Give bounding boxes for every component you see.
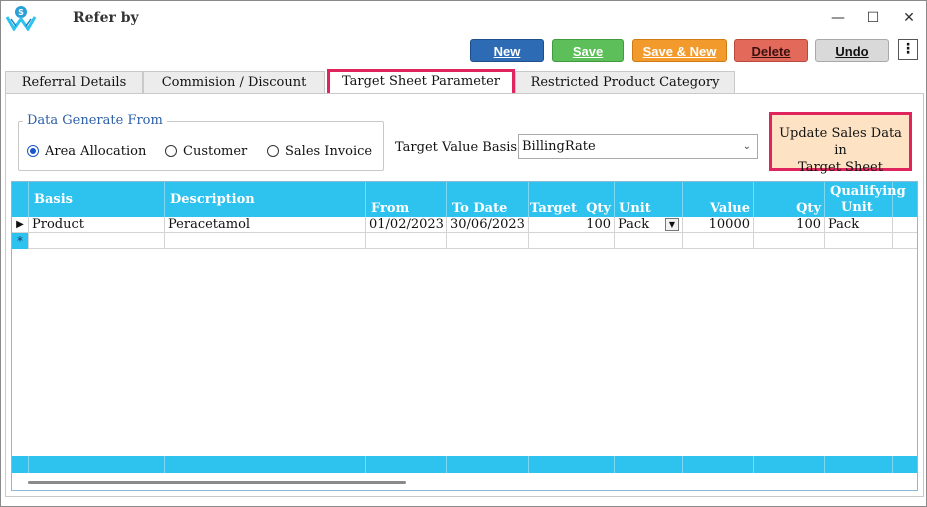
app-logo-icon: S (5, 6, 37, 31)
more-options-icon[interactable]: ⋮ (898, 39, 918, 60)
delete-button[interactable]: Delete (734, 39, 808, 62)
current-row-indicator-icon: ▶ (12, 217, 29, 233)
cell-to-date[interactable]: 30/06/2023 (447, 217, 529, 233)
dropdown-arrow-icon[interactable]: ▼ (665, 218, 679, 231)
close-button[interactable]: ✕ (897, 7, 921, 29)
column-header-basis[interactable]: Basis (29, 182, 165, 217)
footer-cell (29, 456, 165, 473)
radio-label: Area Allocation (45, 144, 147, 159)
new-cell-qty[interactable] (754, 233, 825, 249)
cell-qualifying-unit[interactable]: Pack (825, 217, 893, 233)
window-title: Refer by (73, 10, 139, 26)
chevron-down-icon[interactable]: ⌄ (743, 135, 751, 158)
new-cell-from-date[interactable] (366, 233, 447, 249)
column-header-label: Basis (34, 192, 73, 207)
column-header-value[interactable]: Value (683, 182, 754, 217)
tab-commision-discount[interactable]: Commision / Discount (143, 71, 325, 93)
tab-strip: Referral Details Commision / Discount Re… (5, 69, 735, 97)
grid-header: Basis Description From Date To Date Targ… (12, 182, 917, 231)
header-corner (12, 182, 29, 217)
update-sales-data-button[interactable]: Update Sales Data in Target Sheet (769, 112, 912, 175)
grid-footer-row (12, 456, 917, 473)
tab-restricted-product-category[interactable]: Restricted Product Category (515, 71, 735, 93)
new-button[interactable]: New (470, 39, 544, 62)
radio-area-allocation[interactable]: Area Allocation (27, 144, 146, 160)
column-header-label: Target Qty (529, 201, 611, 216)
refer-by-window: S Refer by — ☐ ✕ New Save Save & New Del… (0, 0, 927, 507)
table-row[interactable]: ▶ Product Peracetamol 01/02/2023 30/06/2… (12, 217, 917, 233)
new-cell-to-date[interactable] (447, 233, 529, 249)
new-cell-unit[interactable] (615, 233, 683, 249)
radio-label: Customer (183, 144, 248, 159)
column-header-label: Unit (619, 201, 651, 216)
target-value-basis-select[interactable]: BillingRate ⌄ (518, 134, 758, 159)
radio-unchecked-icon (267, 145, 279, 157)
column-header-label: Description (170, 192, 255, 207)
footer-cell (754, 456, 825, 473)
radio-checked-icon (27, 145, 39, 157)
save-and-new-button[interactable]: Save & New (632, 39, 727, 62)
column-header-description[interactable]: Description (165, 182, 366, 217)
column-header-filler (893, 182, 917, 217)
footer-cell (683, 456, 754, 473)
undo-button[interactable]: Undo (815, 39, 889, 62)
horizontal-scrollbar[interactable] (12, 473, 917, 490)
radio-customer[interactable]: Customer (165, 144, 247, 160)
column-header-label: To Date (452, 201, 508, 216)
new-cell-target-qty[interactable] (529, 233, 615, 249)
column-header-qty[interactable]: Qty (754, 182, 825, 217)
cell-qty[interactable]: 100 (754, 217, 825, 233)
update-button-line2: Target Sheet (798, 160, 883, 175)
column-header-label: Unit (841, 200, 873, 215)
save-button[interactable]: Save (552, 39, 624, 62)
column-header-label: Qty (796, 201, 821, 216)
scrollbar-thumb[interactable] (28, 481, 406, 484)
minimize-button[interactable]: — (826, 7, 850, 29)
tab-referral-details[interactable]: Referral Details (5, 71, 143, 93)
target-sheet-grid: Basis Description From Date To Date Targ… (11, 181, 918, 491)
footer-cell (366, 456, 447, 473)
new-row-asterisk-icon: * (12, 233, 29, 249)
cell-value[interactable]: 10000 (683, 217, 754, 233)
new-cell-qualifying-unit[interactable] (825, 233, 893, 249)
svg-text:S: S (18, 8, 24, 17)
footer-cell (615, 456, 683, 473)
column-header-label: Value (710, 201, 750, 216)
footer-cell (529, 456, 615, 473)
cell-from-date[interactable]: 01/02/2023 (366, 217, 447, 233)
radio-unchecked-icon (165, 145, 177, 157)
target-value-basis-value: BillingRate (522, 139, 596, 154)
cell-unit[interactable]: Pack ▼ (615, 217, 683, 233)
new-cell-basis[interactable] (29, 233, 165, 249)
footer-cell (447, 456, 529, 473)
cell-basis[interactable]: Product (29, 217, 165, 233)
new-cell-description[interactable] (165, 233, 366, 249)
cell-target-qty[interactable]: 100 (529, 217, 615, 233)
column-header-from-date[interactable]: From Date (366, 182, 447, 231)
cell-unit-value: Pack (618, 217, 650, 232)
maximize-button[interactable]: ☐ (861, 7, 885, 29)
data-generate-legend: Data Generate From (23, 113, 167, 128)
column-header-target-qty[interactable]: Target Qty (529, 182, 615, 217)
column-header-qualifying-unit[interactable]: Qualifying Unit (825, 182, 906, 217)
target-value-basis-label: Target Value Basis (395, 140, 518, 155)
column-header-to-date[interactable]: To Date (447, 182, 529, 217)
footer-cell (825, 456, 893, 473)
new-table-row[interactable]: * (12, 233, 917, 249)
cell-description[interactable]: Peracetamol (165, 217, 366, 233)
column-header-unit[interactable]: Unit (615, 182, 683, 217)
update-button-line1: Update Sales Data in (779, 126, 902, 158)
new-cell-value[interactable] (683, 233, 754, 249)
footer-cell (12, 456, 29, 473)
radio-label: Sales Invoice (285, 144, 373, 159)
radio-sales-invoice[interactable]: Sales Invoice (267, 144, 372, 160)
footer-cell (165, 456, 366, 473)
